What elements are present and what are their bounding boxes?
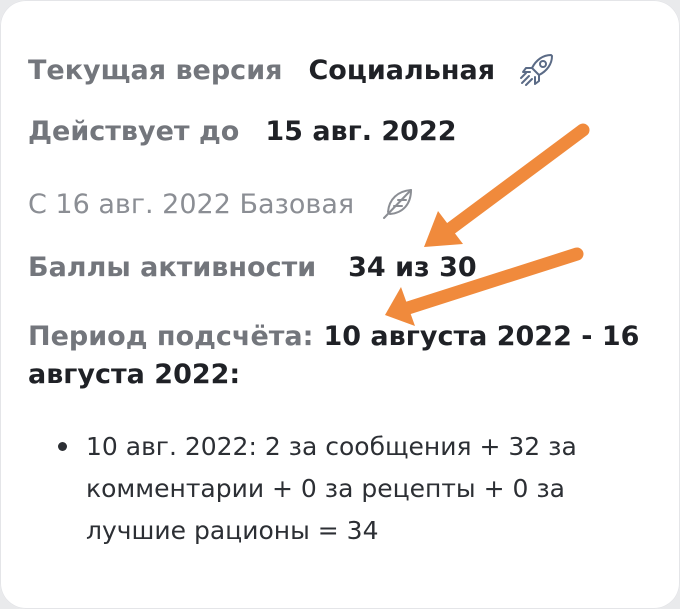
list-item: 10 авг. 2022: 2 за сообщения + 32 за ком… xyxy=(58,426,628,552)
valid-until-date: 15 авг. 2022 xyxy=(265,116,457,147)
next-version-row: С 16 авг. 2022 Базовая xyxy=(28,184,418,224)
valid-until-label: Действует до xyxy=(28,116,240,147)
calculation-period-label: Период подсчёта: xyxy=(28,321,314,352)
calculation-period: Период подсчёта: 10 августа 2022 - 16 авг… xyxy=(28,318,648,394)
next-version-text: С 16 авг. 2022 Базовая xyxy=(28,188,355,220)
valid-until-row: Действует до 15 авг. 2022 xyxy=(28,116,457,147)
subscription-info-card: Текущая версия Социальная Действует до 1… xyxy=(0,0,680,609)
bullet-dot xyxy=(58,442,67,451)
activity-points-value: 34 из 30 xyxy=(348,252,477,283)
rocket-icon xyxy=(517,50,557,90)
feather-icon xyxy=(378,184,418,224)
points-breakdown-list: 10 авг. 2022: 2 за сообщения + 32 за ком… xyxy=(58,426,628,552)
activity-points-label: Баллы активности xyxy=(28,252,317,283)
breakdown-text: 10 авг. 2022: 2 за сообщения + 32 за ком… xyxy=(86,432,577,545)
current-version-label: Текущая версия xyxy=(28,54,283,86)
current-version-value: Социальная xyxy=(308,54,496,86)
annotation-arrow-upper xyxy=(424,123,590,247)
activity-points-row: Баллы активности 34 из 30 xyxy=(28,252,477,283)
current-version-row: Текущая версия Социальная xyxy=(28,50,557,90)
